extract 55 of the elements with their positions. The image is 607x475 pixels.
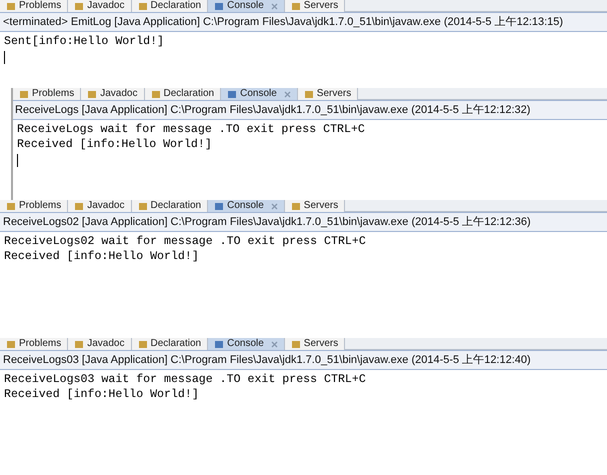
tab-icon: [138, 340, 148, 348]
console-line: ReceiveLogs wait for message .TO exit press CTRL+C: [17, 122, 365, 137]
tab-icon: [304, 90, 314, 98]
tab-icon: [214, 202, 224, 210]
console-line: ReceiveLogs02 wait for message .TO exit press CTRL+C: [4, 234, 366, 249]
close-icon[interactable]: [270, 2, 278, 10]
tab-icon: [290, 2, 301, 10]
tab[interactable]: Console: [208, 0, 285, 12]
close-icon[interactable]: [270, 340, 278, 348]
console-line: ReceiveLogs03 wait for message .TO exit press CTRL+C: [4, 372, 366, 387]
tab[interactable]: Servers: [284, 338, 346, 350]
tab[interactable]: Javadoc: [68, 200, 132, 212]
tab[interactable]: Javadoc: [68, 0, 132, 12]
console-line: Received [info:Hello World!]: [4, 249, 199, 264]
tab-icon: [74, 2, 84, 10]
tab-icon: [150, 90, 160, 98]
console-header: <terminated> EmitLog [Java Application] C:\Program Files\Java\jdk1.7.0_51\bin\javaw.exe (2014-5-5 上午12:13:15): [0, 12, 607, 32]
tab[interactable]: Servers: [284, 0, 346, 12]
tab-icon: [138, 202, 148, 210]
tab-icon: [138, 2, 148, 10]
tab[interactable]: Console: [221, 88, 298, 100]
tab-icon: [6, 2, 16, 10]
tab-icon: [227, 90, 238, 98]
console-header: ReceiveLogs02 [Java Application] C:\Program Files\Java\jdk1.7.0_51\bin\javaw.exe (2014-5-5 上午12:12:36): [0, 212, 607, 232]
console-line: Received [info:Hello World!]: [17, 137, 212, 152]
tab[interactable]: Console: [208, 338, 285, 350]
tab-icon: [290, 202, 301, 210]
console-line: Received [info:Hello World!]: [4, 387, 199, 402]
close-icon[interactable]: [270, 202, 278, 210]
tab-icon: [6, 202, 16, 210]
tab[interactable]: Javadoc: [81, 88, 144, 100]
tab[interactable]: Problems: [0, 338, 68, 350]
tab[interactable]: Declaration: [132, 0, 208, 12]
tab-icon: [214, 2, 224, 10]
tab-icon: [74, 340, 84, 348]
tab[interactable]: Problems: [0, 200, 68, 212]
tab-icon: [19, 90, 29, 98]
tab-icon: [87, 90, 98, 98]
tab[interactable]: Servers: [298, 88, 358, 100]
console-line: Sent[info:Hello World!]: [4, 34, 164, 49]
console-header: ReceiveLogs03 [Java Application] C:\Program Files\Java\jdk1.7.0_51\bin\javaw.exe (2014-5-5 上午12:12:40): [0, 350, 607, 370]
tab-icon: [6, 340, 16, 348]
tab[interactable]: Console: [208, 200, 285, 212]
tab[interactable]: Declaration: [144, 88, 222, 100]
tab[interactable]: Declaration: [132, 200, 208, 212]
tab-icon: [214, 340, 224, 348]
console-header: ReceiveLogs [Java Application] C:\Program Files\Java\jdk1.7.0_51\bin\javaw.exe (2014-5-5 上午12:12:32): [13, 100, 607, 120]
tab[interactable]: Problems: [13, 88, 82, 100]
tab-icon: [74, 202, 84, 210]
tab[interactable]: Javadoc: [68, 338, 132, 350]
tab[interactable]: Servers: [284, 200, 346, 212]
tab[interactable]: Problems: [0, 0, 68, 12]
close-icon[interactable]: [284, 90, 291, 98]
tab-icon: [290, 340, 301, 348]
tab[interactable]: Declaration: [132, 338, 208, 350]
